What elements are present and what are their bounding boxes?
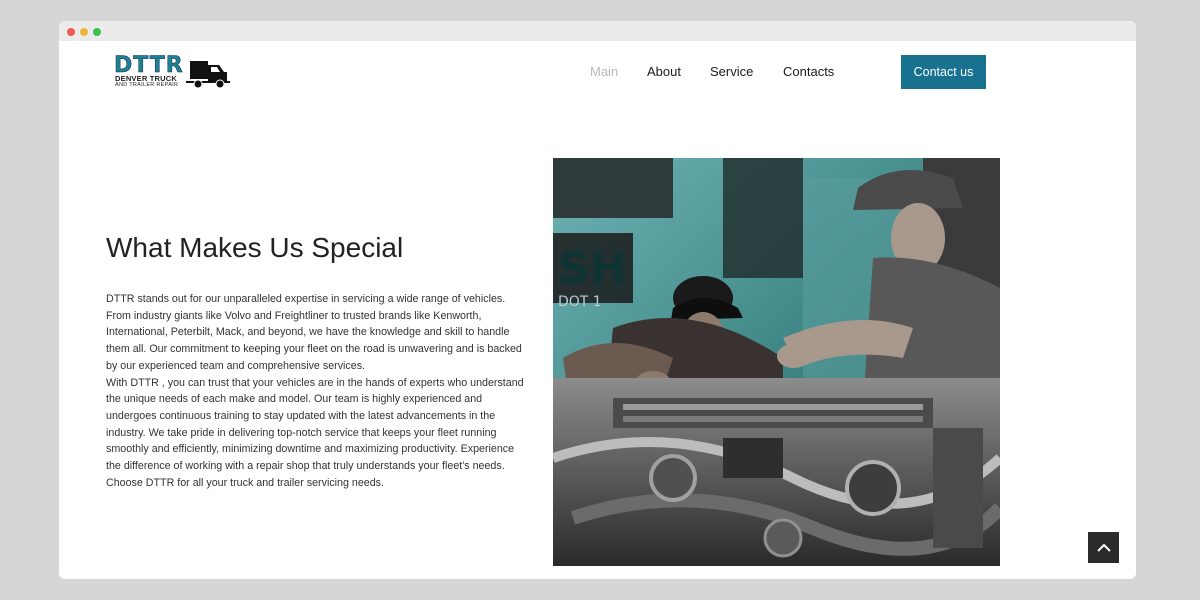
- maximize-window-dot[interactable]: [93, 28, 101, 36]
- mechanics-illustration: SH DOT 1: [553, 158, 1000, 566]
- chevron-up-icon: [1096, 543, 1111, 552]
- truck-icon: [186, 61, 230, 89]
- logo-tagline-2: AND TRAILER REPAIR: [115, 82, 179, 88]
- site-logo[interactable]: DTTR DENVER TRUCK AND TRAILER REPAIR: [114, 54, 230, 89]
- minimize-window-dot[interactable]: [80, 28, 88, 36]
- contact-us-button[interactable]: Contact us: [901, 55, 986, 89]
- nav-item-contacts[interactable]: Contacts: [783, 64, 834, 79]
- close-window-dot[interactable]: [67, 28, 75, 36]
- section-description: DTTR stands out for our unparalleled exp…: [106, 291, 524, 491]
- description-paragraph-1: DTTR stands out for our unparalleled exp…: [106, 293, 522, 372]
- nav-item-main[interactable]: Main: [590, 64, 618, 79]
- nav-item-about[interactable]: About: [647, 64, 681, 79]
- browser-window: DTTR DENVER TRUCK AND TRAILER REPAIR Mai…: [59, 21, 1136, 579]
- photo-dot-plate: DOT 1: [558, 294, 602, 310]
- mechanics-photo: SH DOT 1: [553, 158, 1000, 566]
- scroll-to-top-button[interactable]: [1088, 532, 1119, 563]
- description-paragraph-2: With DTTR , you can trust that your vehi…: [106, 376, 524, 489]
- section-title: What Makes Us Special: [106, 232, 404, 263]
- window-titlebar: [59, 21, 1136, 41]
- photo-truck-lettering: SH: [558, 243, 627, 294]
- nav-item-service[interactable]: Service: [710, 64, 753, 79]
